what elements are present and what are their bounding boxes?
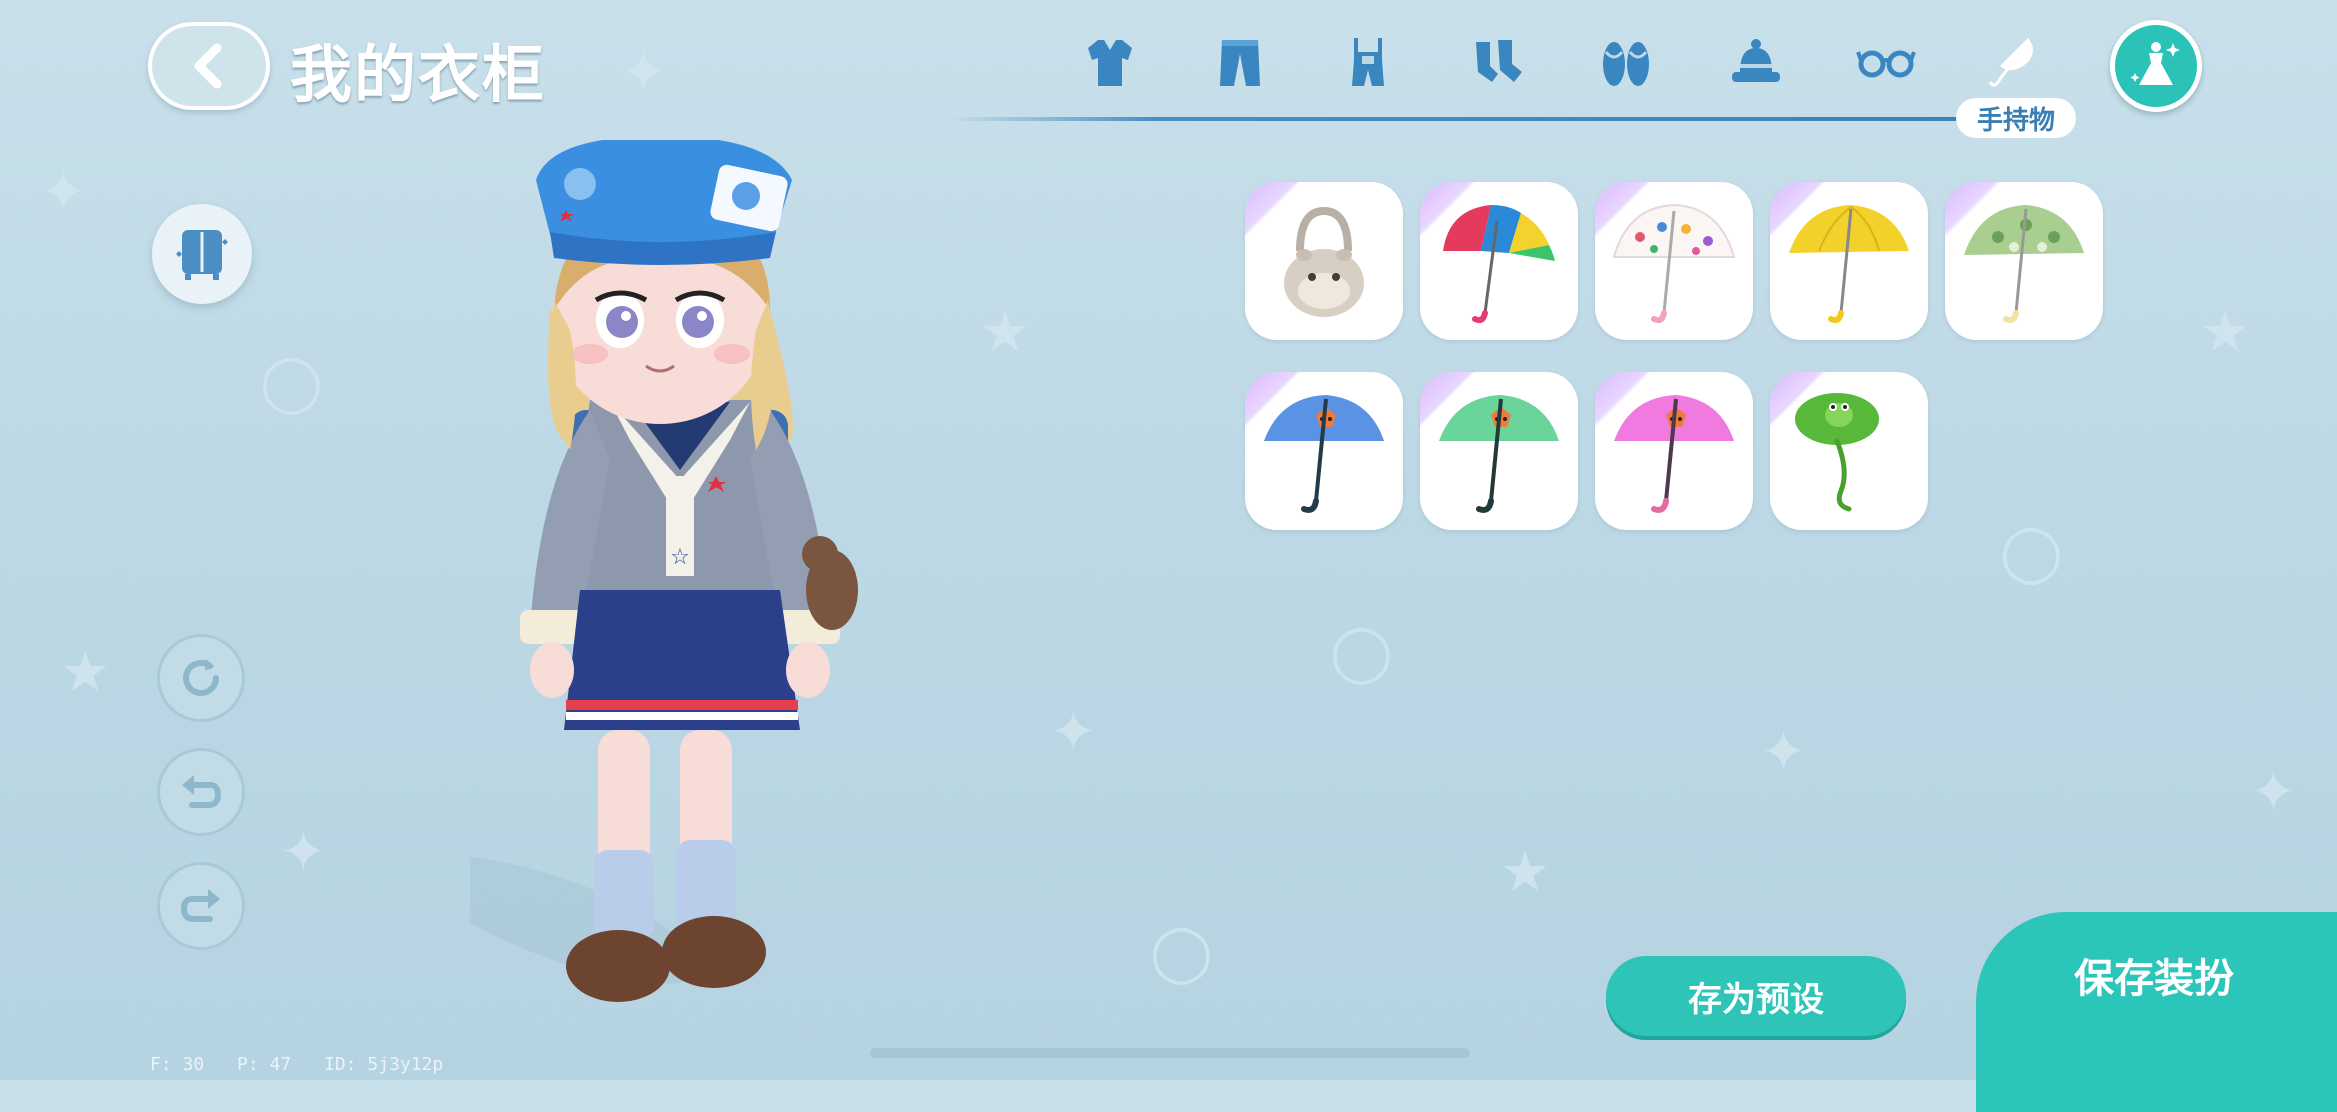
item-card[interactable] bbox=[1595, 372, 1753, 530]
avatar-character[interactable]: ☆ bbox=[418, 136, 890, 1040]
tab-glasses[interactable] bbox=[1846, 22, 1926, 102]
redo-icon bbox=[180, 889, 220, 922]
hamster-basket-icon bbox=[1284, 206, 1364, 317]
character-illustration: ☆ bbox=[418, 136, 858, 1002]
tab-bottoms[interactable] bbox=[1200, 22, 1280, 102]
refresh-icon bbox=[183, 659, 219, 696]
dress-sparkle-icon bbox=[2130, 42, 2180, 85]
svg-text:☆: ☆ bbox=[670, 545, 690, 570]
undo-icon bbox=[182, 775, 222, 808]
redo-button[interactable] bbox=[157, 862, 245, 950]
rainbow-umbrella-icon bbox=[1443, 205, 1555, 324]
yellow-umbrella-icon bbox=[1789, 205, 1909, 324]
item-card[interactable] bbox=[1770, 182, 1928, 340]
hat-icon bbox=[1732, 39, 1780, 82]
undo-button[interactable] bbox=[157, 748, 245, 836]
overalls-icon bbox=[1352, 38, 1384, 86]
glasses-icon bbox=[1856, 50, 1916, 78]
selected-tab-label: 手持物 bbox=[1956, 98, 2076, 138]
slippers-icon bbox=[1603, 42, 1649, 86]
tab-overalls[interactable] bbox=[1328, 22, 1408, 102]
home-indicator[interactable] bbox=[870, 1048, 1470, 1058]
tab-tops[interactable] bbox=[1070, 22, 1150, 102]
ping-readout: P: 47 bbox=[237, 1054, 292, 1075]
save-preset-button[interactable]: 存为预设 bbox=[1606, 956, 1906, 1036]
item-card[interactable] bbox=[1420, 182, 1578, 340]
shirt-icon bbox=[1088, 40, 1132, 86]
item-card[interactable] bbox=[1245, 372, 1403, 530]
pink-fox-umbrella-icon bbox=[1614, 395, 1734, 513]
back-button[interactable] bbox=[148, 22, 270, 110]
chevron-left-icon bbox=[194, 43, 222, 89]
frog-leaf-umbrella-icon bbox=[1795, 393, 1879, 512]
wardrobe-button[interactable] bbox=[152, 204, 252, 304]
outfit-button[interactable] bbox=[2110, 20, 2202, 112]
page-title: 我的衣柜 bbox=[290, 38, 547, 111]
tab-hats[interactable] bbox=[1716, 22, 1796, 102]
blue-fox-umbrella-icon bbox=[1264, 395, 1384, 513]
umbrella-icon bbox=[1988, 38, 2033, 87]
wardrobe-icon bbox=[176, 230, 228, 280]
socks-icon bbox=[1476, 40, 1522, 82]
green-fox-umbrella-icon bbox=[1439, 395, 1559, 513]
item-card[interactable] bbox=[1595, 182, 1753, 340]
fps-readout: F: 30 bbox=[150, 1054, 205, 1075]
reset-button[interactable] bbox=[157, 634, 245, 722]
pants-icon bbox=[1220, 40, 1260, 86]
item-card[interactable] bbox=[1420, 372, 1578, 530]
polka-dot-umbrella-icon bbox=[1612, 203, 1736, 324]
background-pattern: ✦ ◯ ★ ✦ ★ ✦ ◯ ★ ✦ ◯ ★ ✦ ◯ ✦ bbox=[40, 40, 2297, 985]
green-pattern-umbrella-icon bbox=[1964, 205, 2084, 324]
item-card[interactable] bbox=[1245, 182, 1403, 340]
session-id: ID: 5j3y12p bbox=[324, 1054, 444, 1075]
item-card[interactable] bbox=[1945, 182, 2103, 340]
save-outfit-button[interactable]: 保存装扮 bbox=[1976, 912, 2337, 1112]
item-card[interactable] bbox=[1770, 372, 1928, 530]
tab-handheld[interactable] bbox=[1974, 22, 2054, 102]
tab-underline bbox=[950, 117, 1970, 121]
tab-socks[interactable] bbox=[1458, 22, 1538, 102]
debug-info: F: 30 P: 47 ID: 5j3y12p bbox=[150, 1054, 465, 1075]
tab-shoes[interactable] bbox=[1586, 22, 1666, 102]
